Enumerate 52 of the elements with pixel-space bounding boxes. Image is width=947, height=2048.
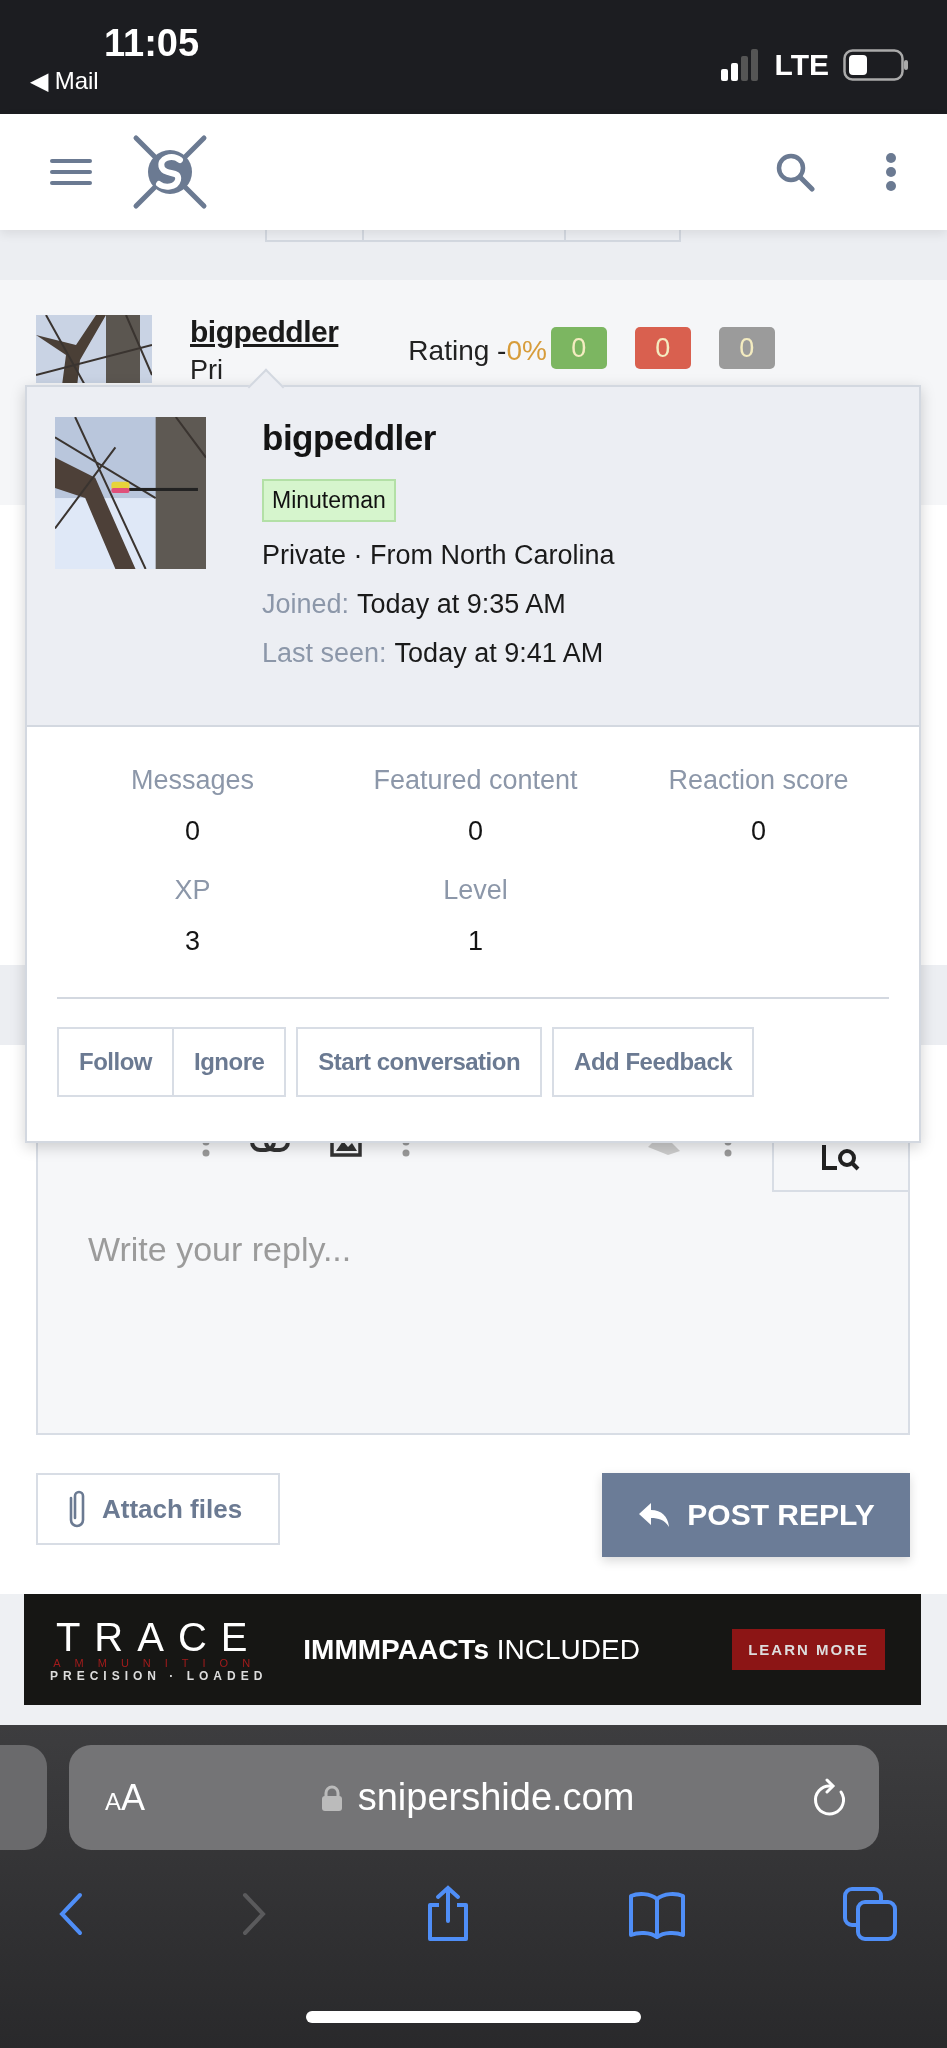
ad-tagline: PRECISION · LOADED: [50, 1668, 268, 1683]
popover-username[interactable]: bigpeddler: [262, 417, 436, 459]
address-bar[interactable]: AA snipershide.com: [69, 1745, 879, 1850]
stat-label: Messages: [130, 765, 255, 796]
rating-label: Rating -0%: [408, 335, 547, 367]
stat-value: 3: [185, 926, 200, 957]
back-to-app-link[interactable]: ◀ Mail: [30, 66, 200, 96]
user-banner: Minuteman: [262, 479, 396, 522]
signal-icon: [720, 49, 761, 81]
attach-files-button[interactable]: Attach files: [36, 1473, 280, 1545]
status-time: 11:05: [104, 21, 200, 66]
ad-brand-subtitle: AMMUNITION: [53, 1656, 265, 1669]
battery-icon: [843, 49, 909, 81]
reply-field[interactable]: Write your reply...: [38, 1192, 908, 1307]
forward-icon: [241, 1892, 268, 1936]
detail-value: Today at 9:41 AM: [394, 638, 604, 669]
detail-value: Today at 9:35 AM: [357, 589, 566, 620]
stat-label: Reaction score: [668, 765, 849, 796]
previous-tab-edge[interactable]: [0, 1745, 47, 1850]
back-icon[interactable]: [58, 1892, 84, 1936]
user-info: Private · From North Carolina: [262, 540, 615, 571]
username-link[interactable]: bigpeddler: [190, 315, 339, 349]
rating-count: 0: [718, 327, 775, 369]
stat-label: Featured content: [373, 765, 578, 796]
logo-icon[interactable]: [132, 134, 208, 210]
reply-icon: [637, 1501, 672, 1529]
bookmarks-icon[interactable]: [627, 1889, 686, 1939]
detail-label: Joined:: [262, 589, 350, 620]
more-options-icon[interactable]: [885, 153, 897, 191]
user-title: Pri: [190, 355, 224, 386]
rating-count: 0: [550, 327, 607, 369]
stat-value: 0: [185, 816, 200, 847]
post-reply-button[interactable]: POST REPLY: [602, 1473, 910, 1557]
stat-label: Level: [443, 875, 508, 906]
url-text: snipershide.com: [357, 1776, 635, 1819]
ad-brand: TRACE: [55, 1616, 262, 1657]
detail-label: Last seen:: [262, 638, 387, 669]
network-label: LTE: [774, 48, 829, 82]
lock-icon: [321, 1784, 342, 1811]
search-icon[interactable]: [775, 152, 815, 192]
tabs-icon[interactable]: [843, 1887, 897, 1941]
stat-label: XP: [174, 875, 211, 906]
rating-count: 0: [634, 327, 691, 369]
menu-icon[interactable]: [50, 157, 92, 187]
ad-headline: IMMMPAACTs INCLUDED: [303, 1633, 641, 1666]
ad-banner[interactable]: TRACE AMMUNITION PRECISION · LOADED IMMMPAACTs INCLUDED LEARN MORE: [24, 1594, 921, 1705]
stat-value: 0: [468, 816, 483, 847]
preview-icon: [821, 1142, 861, 1172]
text-size-button[interactable]: AA: [105, 1776, 146, 1819]
stat-value: 1: [468, 926, 483, 957]
learn-more-button[interactable]: LEARN MORE: [732, 1629, 885, 1670]
stat-value: 0: [751, 816, 766, 847]
